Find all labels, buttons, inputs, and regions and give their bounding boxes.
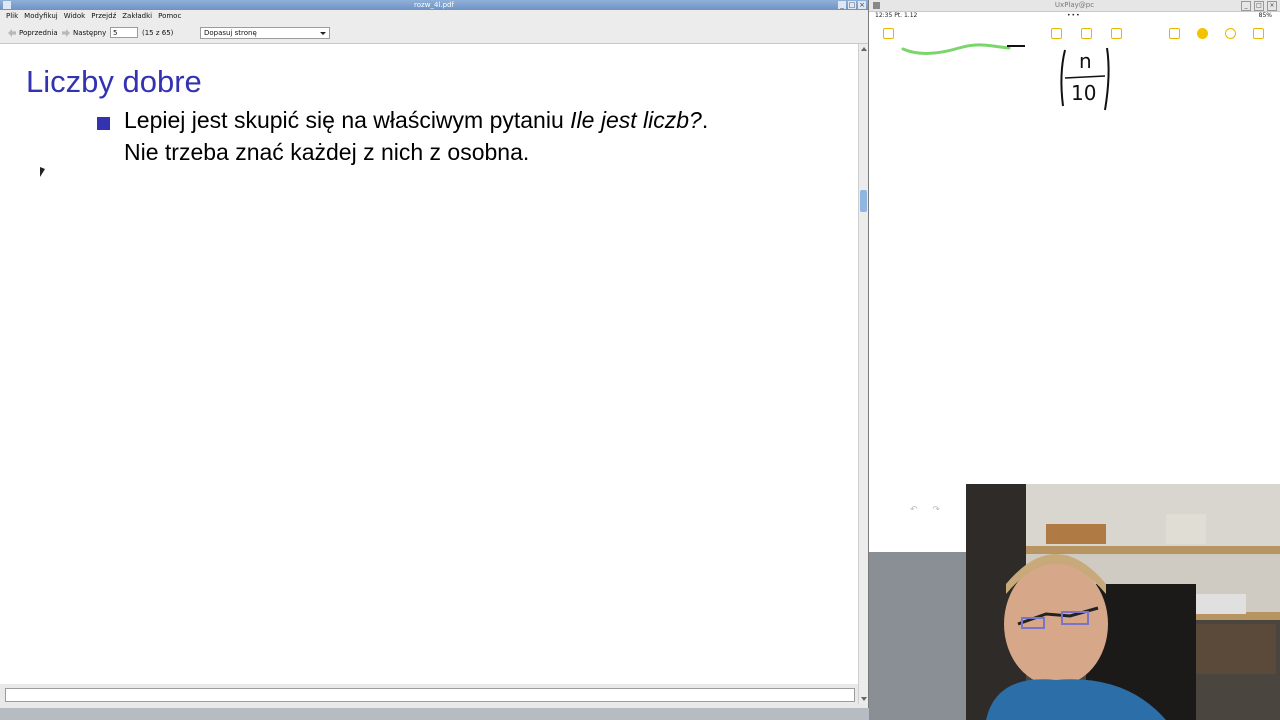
mirror-window-title: UxPlay@pc [1054, 1, 1095, 9]
table-icon[interactable] [1081, 28, 1092, 39]
scroll-down-icon[interactable] [861, 697, 867, 701]
device-status-bar: 12:35 Pt. 1.12 ••• 85% [869, 11, 1280, 21]
maximize-button[interactable]: □ [1254, 1, 1264, 11]
undo-redo-bar: ↶ ↷ [910, 505, 952, 515]
mouse-cursor-icon [40, 167, 45, 177]
share-icon[interactable] [1169, 28, 1180, 39]
previous-label: Poprzednia [19, 29, 58, 37]
multitask-dots[interactable]: ••• [1067, 11, 1081, 21]
toolbar: Poprzednia Następny 5 (15 z 65) Dopasuj … [0, 23, 868, 44]
compose-icon[interactable] [1253, 28, 1264, 39]
menu-edit[interactable]: Modyfikuj [24, 10, 58, 23]
bullet-text-plain: Lepiej jest skupić się na właściwym pyta… [124, 107, 571, 133]
fraction-numerator: n [1079, 49, 1092, 73]
screen-mirror-window: UxPlay@pc _ □ × 12:35 Pt. 1.12 ••• 85% n… [869, 0, 1280, 552]
next-label: Następny [73, 29, 107, 37]
green-handwriting-stroke [901, 43, 1025, 55]
pdf-viewer-window: rozw_4l.pdf _ □ × Plik Modyfikuj Widok P… [0, 0, 869, 708]
fraction-denominator: 10 [1071, 81, 1096, 105]
arrow-right-icon [62, 29, 70, 37]
arrow-left-icon [8, 29, 16, 37]
scrollbar-thumb[interactable] [860, 190, 867, 212]
page-count: (15 z 65) [142, 29, 174, 37]
scroll-up-icon[interactable] [861, 47, 867, 51]
webcam-overlay [966, 484, 1280, 720]
markup-pen-icon[interactable] [1197, 28, 1208, 39]
next-page-button[interactable]: Następny [62, 23, 106, 43]
menu-file[interactable]: Plik [6, 10, 18, 23]
menu-view[interactable]: Widok [64, 10, 86, 23]
camera-icon[interactable] [1111, 28, 1122, 39]
app-icon [3, 1, 11, 9]
chevron-down-icon [320, 32, 326, 35]
minimize-button[interactable]: _ [1241, 1, 1251, 11]
zoom-select[interactable]: Dopasuj stronę [200, 27, 330, 39]
close-button[interactable]: × [858, 1, 866, 9]
battery-indicator: 85% [1258, 12, 1272, 19]
handwritten-fraction: n 10 [1060, 47, 1110, 111]
menu-bookmarks[interactable]: Zakładki [122, 10, 152, 23]
redo-icon[interactable]: ↷ [932, 505, 940, 515]
menu-bar: Plik Modyfikuj Widok Przejdź Zakładki Po… [0, 10, 868, 23]
checklist-icon[interactable] [1051, 28, 1062, 39]
desktop-background [869, 552, 966, 720]
app-icon [873, 2, 880, 9]
undo-icon[interactable]: ↶ [910, 505, 918, 515]
status-time: 12:35 Pt. 1.12 [875, 12, 918, 19]
find-bar [0, 684, 858, 708]
sidebar-icon[interactable] [883, 28, 894, 39]
menu-go[interactable]: Przejdź [91, 10, 116, 23]
bullet-text-end: . [701, 107, 709, 133]
close-button[interactable]: × [1267, 1, 1277, 11]
find-input[interactable] [5, 688, 855, 702]
bullet-text-italic: Ile jest liczb? [570, 107, 702, 133]
taskbar-strip [0, 708, 869, 720]
bullet-square-icon [97, 117, 110, 130]
slide-title: Liczby dobre [26, 64, 202, 99]
window-title: rozw_4l.pdf [414, 1, 454, 9]
vertical-scrollbar[interactable] [858, 44, 868, 704]
maximize-button[interactable]: □ [848, 1, 856, 9]
minimize-button[interactable]: _ [838, 1, 846, 9]
previous-page-button[interactable]: Poprzednia [8, 23, 58, 43]
more-options-icon[interactable] [1225, 28, 1236, 39]
page-number-input[interactable]: 5 [110, 27, 138, 38]
menu-help[interactable]: Pomoc [158, 10, 181, 23]
window-titlebar: rozw_4l.pdf _ □ × [0, 0, 868, 10]
bullet-text-line-2: Nie trzeba znać każdej z nich z osobna. [124, 139, 530, 165]
zoom-value: Dopasuj stronę [204, 29, 257, 37]
bullet-text-line-1: Lepiej jest skupić się na właściwym pyta… [124, 107, 708, 134]
